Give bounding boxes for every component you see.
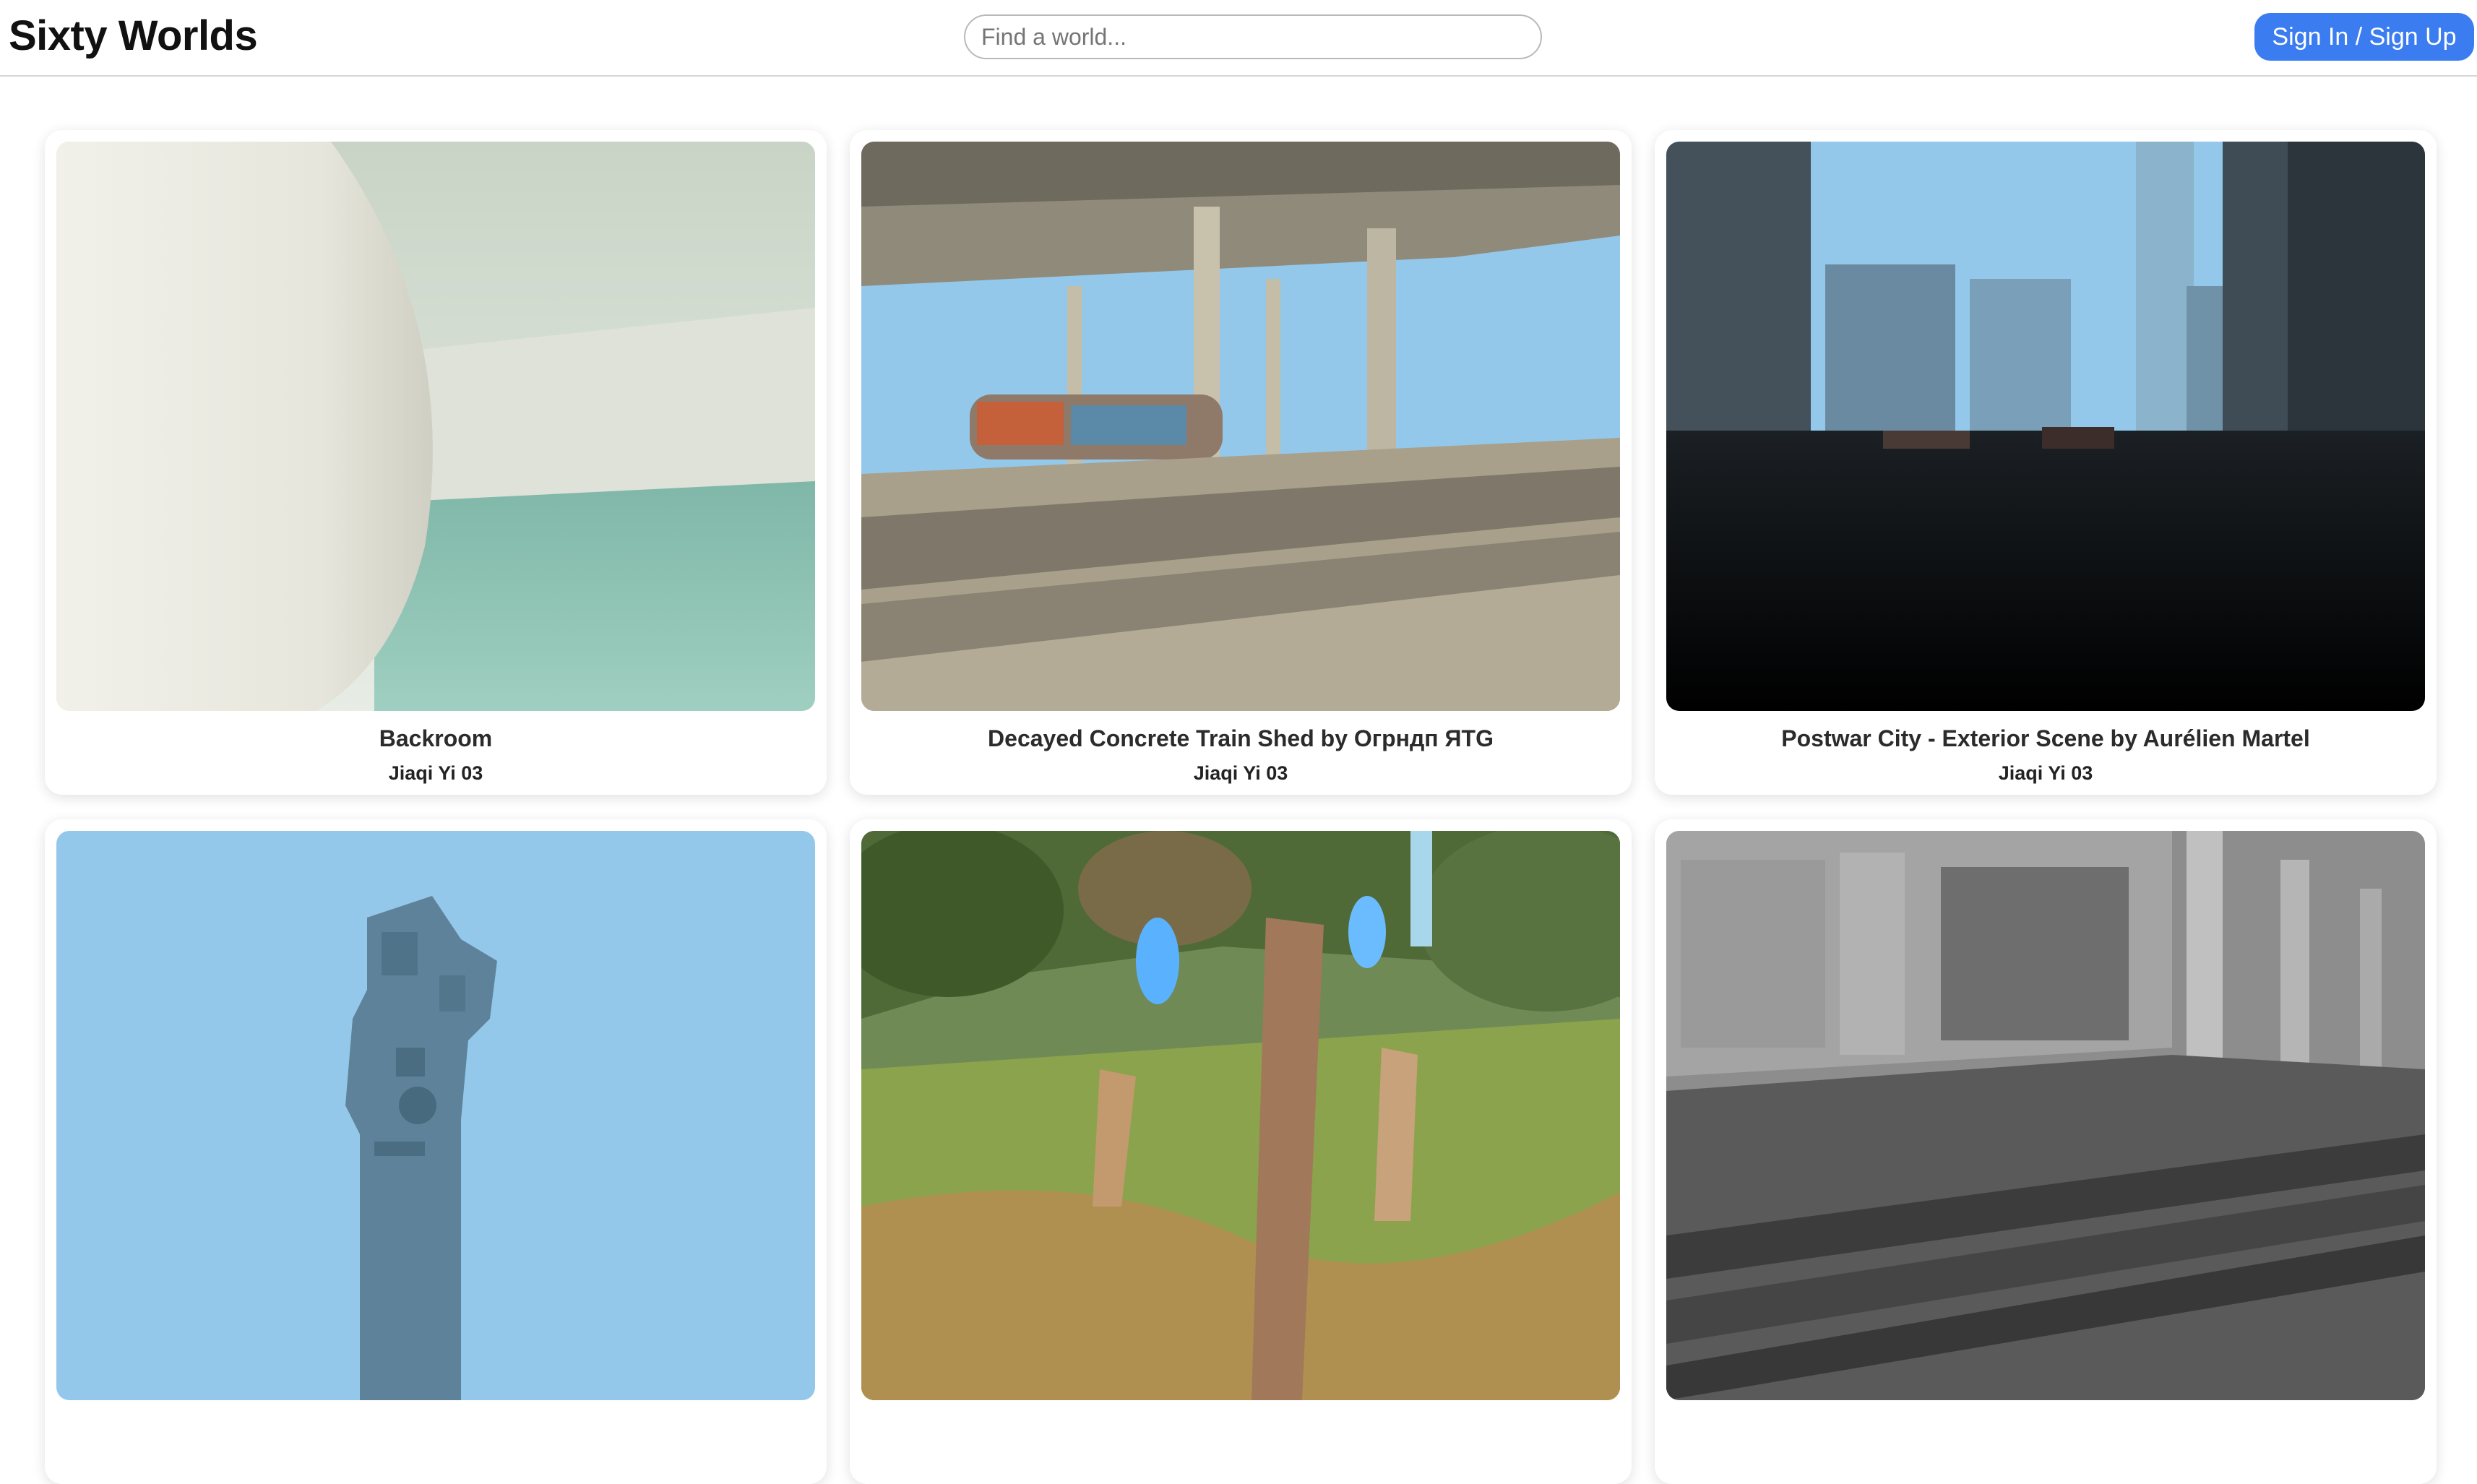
world-card-forest[interactable] — [850, 819, 1632, 1484]
world-title: Backroom — [379, 725, 493, 751]
world-thumbnail-forest[interactable] — [861, 831, 1620, 1400]
world-thumbnail-train-shed[interactable] — [861, 142, 1620, 711]
world-card-grey-train[interactable] — [1655, 819, 2437, 1484]
world-card-train-shed[interactable]: Decayed Concrete Train Shed by Огрндп ЯТ… — [850, 130, 1632, 795]
sign-in-button[interactable]: Sign In / Sign Up — [2254, 13, 2474, 61]
world-title: Decayed Concrete Train Shed by Огрндп ЯТ… — [988, 725, 1494, 751]
world-thumbnail-postwar-city[interactable] — [1666, 142, 2425, 711]
world-author: Jiaqi Yi 03 — [1193, 762, 1288, 784]
world-author: Jiaqi Yi 03 — [388, 762, 483, 784]
world-thumbnail-grey-train[interactable] — [1666, 831, 2425, 1400]
world-thumbnail-tower[interactable] — [56, 831, 815, 1400]
world-title: Postwar City - Exterior Scene by Aurélie… — [1781, 725, 2310, 751]
search-input[interactable] — [964, 14, 1542, 59]
top-bar: Sixty Worlds Sign In / Sign Up — [0, 0, 2477, 77]
world-card-backroom[interactable]: Backroom Jiaqi Yi 03 — [45, 130, 827, 795]
world-thumbnail-backroom[interactable] — [56, 142, 815, 711]
world-author: Jiaqi Yi 03 — [1998, 762, 2093, 784]
world-card-tower[interactable] — [45, 819, 827, 1484]
world-card-postwar-city[interactable]: Postwar City - Exterior Scene by Aurélie… — [1655, 130, 2437, 795]
site-title[interactable]: Sixty Worlds — [9, 10, 258, 62]
